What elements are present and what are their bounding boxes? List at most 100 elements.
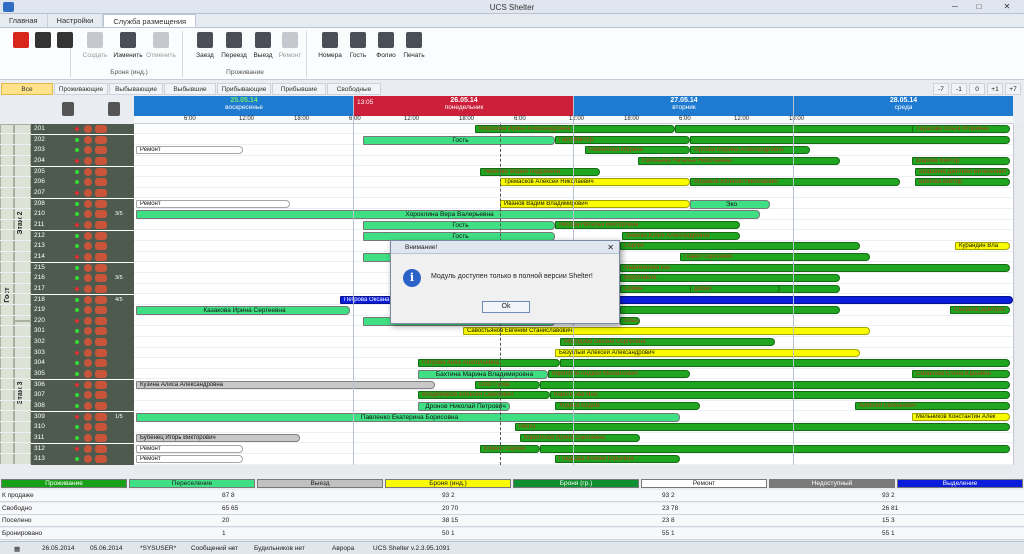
tab-accommodation[interactable]: Служба размещения [103,14,197,27]
booking-bar[interactable]: Воротников [620,274,840,283]
booking-bar[interactable]: Шершнев Дмитрий Витальевич [915,167,1010,176]
filter-icon[interactable] [62,102,74,116]
booking-bar[interactable]: Ходина Вадим [555,402,700,411]
room-label[interactable]: 201 [31,124,134,135]
booking-bar[interactable]: Орлова Марина Александровна [690,146,810,155]
booking-bar[interactable]: Алексей Евгеньевич [855,402,1010,411]
booking-bar[interactable]: Ремонт [136,146,243,155]
room-label[interactable]: 312 [31,443,134,455]
booking-bar[interactable]: Ремонт [136,199,290,208]
room-label[interactable]: 301 [31,326,134,337]
create-button[interactable]: Создать [78,32,112,59]
horizontal-scrollbar[interactable] [134,465,1013,474]
close-window-button[interactable]: ✕ [992,1,1022,13]
booking-bar[interactable]: Ремонт [136,444,243,453]
booking-bar[interactable]: Кириллова Ирина Сергеевна [520,434,640,443]
booking-bar[interactable]: Кириллова Яна [550,391,1010,400]
booking-bar[interactable]: Бахтина Марина Владимировна [418,370,548,380]
booking-bar[interactable]: Ремонт [136,455,243,464]
room-label[interactable]: 303 [31,347,134,359]
booking-bar[interactable]: Смирнова Елена Юрьевна [912,370,1010,379]
maximize-button[interactable]: □ [968,1,990,13]
booking-bar[interactable]: Чернова Мария Андреевна [480,167,600,176]
edit-button[interactable]: Изменить [111,32,145,59]
booking-bar[interactable] [620,306,840,315]
zoom-button[interactable]: +1 [987,83,1003,95]
booking-bar[interactable]: Смирнов Дмитрий [950,306,1010,315]
booking-bar[interactable]: Эко [690,199,770,209]
clipboard-icon[interactable] [108,102,120,116]
booking-bar[interactable]: Казакова Ирина Сергеевна [136,306,350,316]
booking-bar[interactable]: Молодова Оксана Сергеевна [560,338,775,347]
booking-bar[interactable]: Тарасова Ольга Игоревна [912,125,1010,133]
room-label[interactable]: 208 [31,198,134,209]
booking-bar[interactable]: Сергей [620,242,860,251]
dialog-close-icon[interactable]: ✕ [607,241,614,254]
room-label[interactable]: 212 [31,230,134,241]
print-button[interactable]: Печать [397,32,431,59]
tab-main[interactable]: Главная [0,14,48,27]
room-label[interactable]: 215 [31,262,134,273]
booking-bar[interactable]: Тремасков Алексей Николаевич [500,178,690,187]
room-label[interactable]: 307 [31,390,134,401]
booking-bar[interactable] [540,380,1010,389]
room-label[interactable]: 205 [31,166,134,178]
filter-6[interactable]: Свободные [327,83,381,95]
filter-1[interactable]: Проживающие [54,83,108,95]
booking-bar[interactable]: Зимова Юлия Александровна [622,231,740,240]
vertical-scrollbar[interactable] [1013,124,1024,465]
room-label[interactable]: 313 [31,454,134,465]
booking-bar[interactable] [690,135,1010,144]
room-label[interactable]: 304 [31,358,134,369]
room-label[interactable]: 219 [31,305,134,316]
booking-bar[interactable]: Петрова Анна Анатольевна [418,359,560,368]
room-label[interactable]: 220 [31,315,134,327]
booking-bar[interactable]: Дебно [690,284,780,293]
booking-bar[interactable]: Хорохлина Вера Валерьевна [136,210,760,220]
booking-bar[interactable]: Горб Виктор [555,135,690,144]
room-label[interactable]: 306 [31,379,134,391]
booking-bar[interactable]: Шилова Виктор [915,178,1010,187]
booking-bar[interactable] [560,359,1010,368]
booking-bar[interactable]: Кузина Алиса Александровна [136,380,435,389]
room-label[interactable]: 302 [31,337,134,348]
filter-4[interactable]: Прибывающие [217,83,271,95]
room-label[interactable]: 213 [31,241,134,252]
booking-bar[interactable]: Владимиров Алексей Сергеевич [418,391,550,400]
booking-bar[interactable]: Савостьянов Евгений Станиславович [463,327,870,336]
zoom-button[interactable]: 0 [969,83,985,95]
booking-bar[interactable]: Шарова Виктор [912,156,1010,165]
room-label[interactable]: 210 3/5 [31,209,134,220]
minimize-button[interactable]: ─ [944,1,966,13]
room-label[interactable]: 216 3/5 [31,273,134,284]
room-label[interactable]: 206 [31,177,134,188]
room-label[interactable]: 305 [31,369,134,380]
booking-bar[interactable]: Павленко Екатерина Борисовна [136,412,680,422]
filter-2[interactable]: Выбывающие [109,83,163,95]
booking-bar[interactable] [540,444,1010,453]
booking-bar[interactable]: Кириллов Андрей Михайлович [548,370,690,379]
booking-bar[interactable]: Безуглый Алексей Александрович [555,348,860,357]
zoom-button[interactable]: -1 [951,83,967,95]
tab-settings[interactable]: Настройки [48,14,104,27]
booking-bar[interactable]: Гость [363,220,555,230]
room-label[interactable]: 211 [31,219,134,231]
booking-bar[interactable]: Лисова Наталья Викторовна [555,220,740,229]
filter-3[interactable]: Выбывшие [164,83,216,95]
filter-5[interactable]: Прибывшие [272,83,326,95]
room-label[interactable]: 207 [31,187,134,199]
booking-bar[interactable]: Раментова Марина [585,146,690,155]
room-label[interactable]: 217 [31,283,134,295]
room-label[interactable]: 214 [31,251,134,263]
booking-bar[interactable]: Дронов Николай Петрович [418,402,510,412]
booking-bar[interactable]: Мельников Константин Алек [912,412,1010,421]
room-label[interactable]: 308 [31,401,134,412]
booking-bar[interactable]: Абрамов Евгений Николаевич [690,178,900,187]
booking-bar[interactable]: Бубенец Игорь Викторович [136,434,300,443]
room-label[interactable]: 218 4/5 [31,294,134,305]
booking-bar[interactable]: Морозова Ирина Александровна [475,125,675,133]
booking-bar[interactable]: Ольга [620,316,640,325]
booking-bar[interactable]: Олег Гусев [475,380,540,389]
room-label[interactable]: 203 [31,145,134,156]
dialog-ok-button[interactable]: Ok [482,301,530,313]
